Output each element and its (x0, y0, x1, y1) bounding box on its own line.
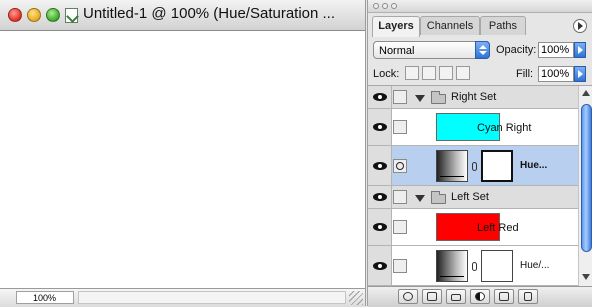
layer-left-red[interactable]: Left Red (368, 209, 578, 246)
layer-set-left[interactable]: Left Set (368, 186, 578, 209)
adjustment-thumbnail[interactable] (436, 150, 468, 182)
layer-set-right[interactable]: Right Set (368, 86, 578, 109)
document-statusbar: 100% (0, 288, 365, 307)
opacity-label: Opacity: (496, 44, 537, 56)
layer-name: Right Set (451, 91, 497, 103)
palette-tabs: Layers Channels Paths (368, 13, 592, 37)
scroll-up-icon[interactable] (582, 90, 590, 96)
document-titlebar[interactable]: Untitled-1 @ 100% (Hue/Saturation ... (0, 0, 365, 31)
fill-field[interactable]: 100% (538, 66, 574, 82)
blend-mode-select[interactable]: Normal (373, 41, 490, 59)
visibility-cell (368, 109, 392, 145)
blend-mode-value: Normal (379, 45, 415, 57)
disclosure-triangle-icon[interactable] (415, 195, 425, 202)
folder-icon (431, 91, 446, 104)
fill-label: Fill: (516, 68, 534, 80)
layer-name: Left Red (477, 222, 519, 234)
link-cell[interactable] (393, 259, 407, 273)
link-chain-icon[interactable] (472, 262, 477, 271)
lock-label: Lock: (373, 68, 400, 80)
link-cell[interactable] (393, 120, 407, 134)
adjustment-thumbnail[interactable] (436, 250, 468, 282)
layer-cyan-right[interactable]: Cyan Right (368, 109, 578, 146)
adjustment-layer-icon[interactable] (470, 289, 490, 304)
add-mask-icon[interactable] (422, 289, 442, 304)
layer-mask-icon[interactable] (393, 159, 407, 173)
zoom-level-field[interactable]: 100% (16, 291, 74, 304)
lock-row: Lock: Fill: 100% (368, 63, 592, 86)
layers-list: Right Set Cyan Right Hue... Left Set Lef… (368, 86, 578, 286)
layer-mask-thumbnail[interactable] (481, 150, 513, 182)
eye-icon[interactable] (373, 123, 387, 131)
disclosure-triangle-icon[interactable] (415, 95, 425, 102)
eye-icon[interactable] (373, 193, 387, 201)
fill-slider-button[interactable] (574, 66, 586, 82)
layer-hue-saturation[interactable]: Hue/... (368, 246, 578, 286)
layer-name: Hue/... (520, 260, 550, 271)
layers-vertical-scrollbar[interactable] (578, 86, 592, 286)
minimize-icon[interactable] (27, 8, 41, 22)
lock-transparency-icon[interactable] (405, 66, 419, 80)
scroll-thumb[interactable] (581, 104, 592, 252)
palette-bottom-bar (368, 286, 592, 307)
layers-palette: Layers Channels Paths Normal Opacity: 10… (367, 0, 592, 307)
palette-close-icon[interactable] (373, 3, 379, 9)
visibility-cell (368, 186, 392, 208)
link-chain-icon[interactable] (472, 162, 477, 171)
document-title: Untitled-1 @ 100% (Hue/Saturation ... (83, 5, 336, 22)
layer-name: Left Set (451, 191, 489, 203)
document-window: Untitled-1 @ 100% (Hue/Saturation ... 10… (0, 0, 366, 307)
tab-channels[interactable]: Channels (420, 16, 480, 35)
layer-mask-thumbnail[interactable] (481, 250, 513, 282)
palette-menu-icon[interactable] (573, 19, 587, 33)
scroll-down-icon[interactable] (582, 274, 590, 280)
eye-icon[interactable] (373, 262, 387, 270)
palette-titlebar[interactable] (368, 0, 592, 13)
lock-all-icon[interactable] (456, 66, 470, 80)
layer-name: Cyan Right (477, 122, 532, 134)
lock-brush-icon[interactable] (422, 66, 436, 80)
new-layer-icon[interactable] (494, 289, 514, 304)
eye-icon[interactable] (373, 162, 387, 170)
lock-move-icon[interactable] (439, 66, 453, 80)
visibility-cell (368, 146, 392, 185)
zoom-icon[interactable] (46, 8, 60, 22)
eye-icon[interactable] (373, 93, 387, 101)
opacity-field[interactable]: 100% (538, 42, 574, 58)
tab-paths[interactable]: Paths (480, 16, 526, 35)
delete-icon[interactable] (518, 289, 538, 304)
layer-name: Hue... (520, 160, 548, 171)
tab-layers[interactable]: Layers (372, 16, 420, 37)
visibility-cell (368, 86, 392, 108)
link-cell[interactable] (393, 190, 407, 204)
eye-icon[interactable] (373, 223, 387, 231)
palette-zoom-icon[interactable] (391, 3, 397, 9)
palette-minimize-icon[interactable] (382, 3, 388, 9)
link-cell[interactable] (393, 220, 407, 234)
layer-hue-saturation-selected[interactable]: Hue... (368, 146, 578, 186)
document-canvas[interactable] (0, 31, 365, 288)
document-proxy-icon[interactable] (65, 8, 78, 23)
link-cell[interactable] (393, 90, 407, 104)
new-set-icon[interactable] (446, 289, 466, 304)
close-icon[interactable] (8, 8, 22, 22)
blend-options-row: Normal Opacity: 100% (368, 38, 592, 62)
layer-style-icon[interactable] (398, 289, 418, 304)
resize-grip-icon[interactable] (349, 291, 363, 305)
select-arrows-icon (475, 41, 490, 59)
visibility-cell (368, 209, 392, 245)
folder-icon (431, 191, 446, 204)
visibility-cell (368, 246, 392, 285)
horizontal-scrollbar[interactable] (78, 291, 346, 304)
opacity-slider-button[interactable] (574, 42, 586, 58)
